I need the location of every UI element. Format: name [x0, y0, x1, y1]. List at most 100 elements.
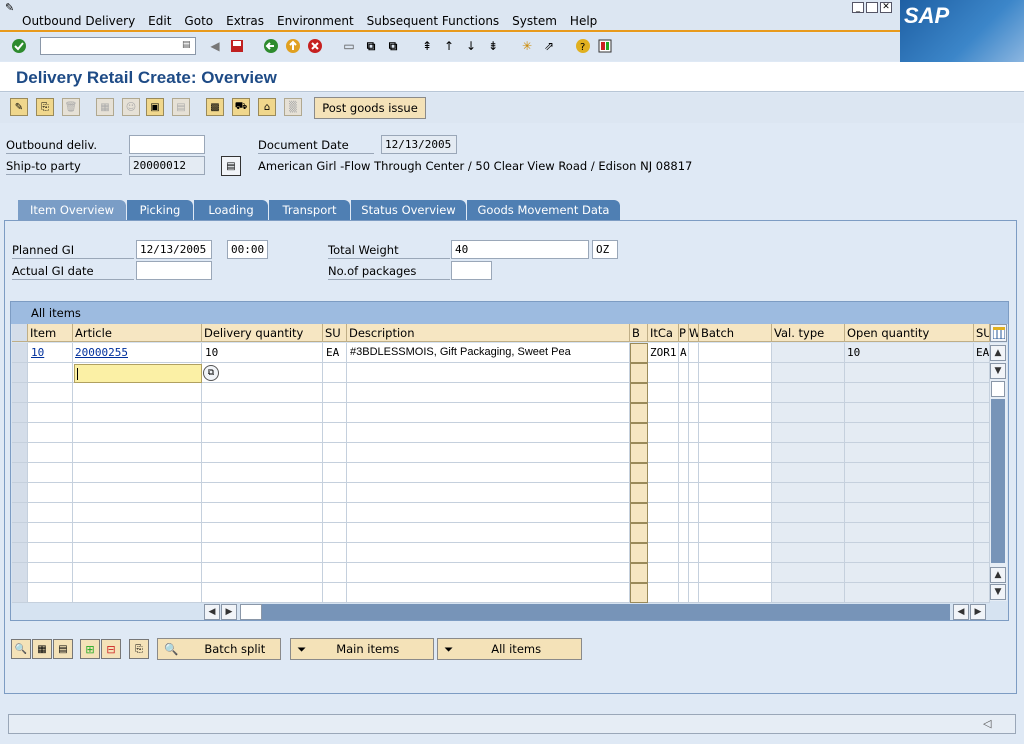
table-cell[interactable]	[630, 543, 648, 563]
table-cell[interactable]	[28, 503, 73, 523]
table-cell[interactable]	[648, 563, 679, 583]
back-arrow-small-icon[interactable]: ◀	[206, 37, 224, 55]
table-cell[interactable]	[28, 363, 73, 383]
table-cell[interactable]	[323, 463, 347, 483]
tab-status-overview[interactable]: Status Overview	[351, 200, 466, 220]
col-description[interactable]: Description	[347, 324, 630, 342]
change-display-icon[interactable]: ✎	[10, 98, 28, 116]
table-cell[interactable]	[845, 383, 974, 403]
table-cell[interactable]	[974, 443, 990, 463]
table-cell[interactable]	[630, 383, 648, 403]
table-cell[interactable]	[630, 463, 648, 483]
menu-subsequent-functions[interactable]: Subsequent Functions	[367, 14, 500, 28]
hscroll-left-icon[interactable]: ◀	[953, 604, 969, 620]
table-cell[interactable]	[630, 563, 648, 583]
deselect-all-icon[interactable]: ▤	[53, 639, 73, 659]
table-cell[interactable]	[347, 403, 630, 423]
menu-system[interactable]: System	[512, 14, 557, 28]
table-cell[interactable]	[12, 383, 28, 403]
table-cell[interactable]	[679, 443, 689, 463]
table-cell[interactable]	[12, 423, 28, 443]
table-cell[interactable]	[689, 543, 699, 563]
copy-icon[interactable]: ⎘	[129, 639, 149, 659]
layout-menu-icon[interactable]	[596, 37, 614, 55]
table-cell[interactable]	[73, 503, 202, 523]
table-cell[interactable]	[648, 583, 679, 603]
table-cell[interactable]	[648, 463, 679, 483]
help-icon[interactable]: ?	[574, 37, 592, 55]
value-help-icon[interactable]: ⧉	[203, 365, 219, 381]
back-icon[interactable]	[262, 37, 280, 55]
menu-environment[interactable]: Environment	[277, 14, 354, 28]
table-row[interactable]	[12, 483, 990, 503]
table-cell[interactable]	[974, 483, 990, 503]
table-cell[interactable]	[202, 583, 323, 603]
table-cell[interactable]	[679, 383, 689, 403]
planned-gi-date-field[interactable]: 12/13/2005	[136, 240, 212, 259]
table-cell[interactable]	[772, 423, 845, 443]
table-cell[interactable]	[12, 543, 28, 563]
table-cell[interactable]	[699, 383, 772, 403]
table-cell[interactable]	[699, 523, 772, 543]
table-cell[interactable]	[689, 463, 699, 483]
table-cell[interactable]	[347, 423, 630, 443]
table-cell[interactable]	[974, 463, 990, 483]
row1-delivery-quantity[interactable]: 10	[205, 346, 218, 359]
table-row[interactable]	[12, 443, 990, 463]
table-cell[interactable]	[689, 343, 699, 363]
output-icon[interactable]: ▣	[146, 98, 164, 116]
table-cell[interactable]	[12, 563, 28, 583]
table-cell[interactable]	[202, 443, 323, 463]
row1-open-quantity[interactable]: 10	[847, 346, 860, 359]
scroll-track[interactable]	[991, 399, 1005, 563]
hscroll-prev-icon[interactable]: ▶	[221, 604, 237, 620]
table-cell[interactable]	[347, 543, 630, 563]
col-batch[interactable]: Batch	[699, 324, 772, 342]
table-cell[interactable]	[679, 403, 689, 423]
row1-p[interactable]: A	[680, 346, 687, 359]
print-icon[interactable]: ▭	[340, 37, 358, 55]
table-cell[interactable]	[699, 443, 772, 463]
planned-gi-time-field[interactable]: 00:00	[227, 240, 268, 259]
table-cell[interactable]	[630, 363, 648, 383]
delete-row-icon[interactable]: ⊟	[101, 639, 121, 659]
maximize-icon[interactable]	[866, 2, 878, 13]
hscroll-track[interactable]	[262, 604, 950, 620]
table-cell[interactable]	[347, 363, 630, 383]
table-row[interactable]	[12, 543, 990, 563]
other-delivery-icon[interactable]: ⎘	[36, 98, 54, 116]
table-cell[interactable]	[73, 563, 202, 583]
total-weight-field[interactable]: 40	[451, 240, 589, 259]
partner-icon[interactable]: ☺	[122, 98, 140, 116]
vertical-scrollbar[interactable]: ▲ ▼ ▲ ▼	[990, 343, 1007, 601]
row1-article[interactable]: 20000255	[75, 346, 128, 359]
table-cell[interactable]	[12, 343, 28, 363]
table-cell[interactable]	[699, 463, 772, 483]
table-cell[interactable]	[202, 363, 323, 383]
command-field[interactable]	[40, 37, 196, 55]
table-cell[interactable]	[323, 383, 347, 403]
table-cell[interactable]	[73, 383, 202, 403]
create-session-icon[interactable]: ✳	[518, 37, 536, 55]
table-cell[interactable]	[772, 443, 845, 463]
table-cell[interactable]	[347, 443, 630, 463]
table-cell[interactable]	[73, 583, 202, 603]
table-cell[interactable]	[845, 483, 974, 503]
table-cell[interactable]	[73, 403, 202, 423]
table-cell[interactable]	[974, 403, 990, 423]
table-cell[interactable]	[679, 483, 689, 503]
table-cell[interactable]	[630, 523, 648, 543]
table-cell[interactable]	[202, 483, 323, 503]
menu-edit[interactable]: Edit	[148, 14, 171, 28]
row1-description[interactable]: #3BDLESSMOIS, Gift Packaging, Sweet Pea	[350, 346, 571, 358]
delete-icon[interactable]: 🗑	[62, 98, 80, 116]
last-page-icon[interactable]: ⇟	[484, 37, 502, 55]
all-items-button[interactable]: ⏷ All items	[437, 638, 582, 660]
table-cell[interactable]	[845, 403, 974, 423]
hscroll-right-icon[interactable]: ▶	[970, 604, 986, 620]
table-cell[interactable]	[202, 543, 323, 563]
table-cell[interactable]	[772, 583, 845, 603]
hscroll-first-icon[interactable]: ◀	[204, 604, 220, 620]
table-cell[interactable]	[679, 423, 689, 443]
table-cell[interactable]	[28, 583, 73, 603]
